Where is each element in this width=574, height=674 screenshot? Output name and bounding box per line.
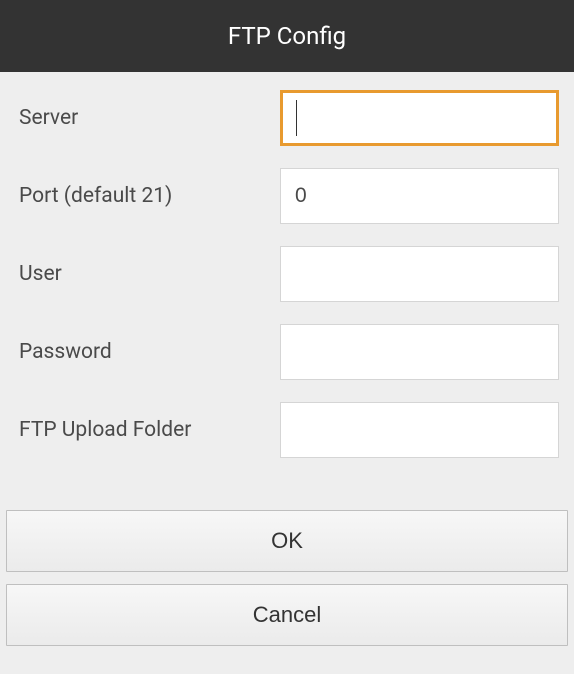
- port-row: Port (default 21): [15, 168, 559, 224]
- server-label: Server: [15, 106, 280, 130]
- upload-folder-input[interactable]: [280, 402, 559, 458]
- server-input-wrapper: [280, 90, 559, 146]
- port-input[interactable]: [280, 168, 559, 224]
- server-input[interactable]: [280, 90, 559, 146]
- button-container: OK Cancel: [0, 510, 574, 646]
- password-row: Password: [15, 324, 559, 380]
- port-label: Port (default 21): [15, 184, 280, 208]
- upload-folder-label: FTP Upload Folder: [15, 418, 280, 442]
- password-input-wrapper: [280, 324, 559, 380]
- form-container: Server Port (default 21) User Password F…: [0, 72, 574, 510]
- upload-folder-row: FTP Upload Folder: [15, 402, 559, 458]
- ok-button[interactable]: OK: [6, 510, 568, 572]
- server-row: Server: [15, 90, 559, 146]
- password-input[interactable]: [280, 324, 559, 380]
- user-row: User: [15, 246, 559, 302]
- user-label: User: [15, 262, 280, 286]
- cancel-button[interactable]: Cancel: [6, 584, 568, 646]
- text-cursor: [296, 100, 297, 136]
- port-input-wrapper: [280, 168, 559, 224]
- dialog-title: FTP Config: [228, 22, 346, 50]
- upload-folder-input-wrapper: [280, 402, 559, 458]
- password-label: Password: [15, 340, 280, 364]
- user-input-wrapper: [280, 246, 559, 302]
- dialog-header: FTP Config: [0, 0, 574, 72]
- user-input[interactable]: [280, 246, 559, 302]
